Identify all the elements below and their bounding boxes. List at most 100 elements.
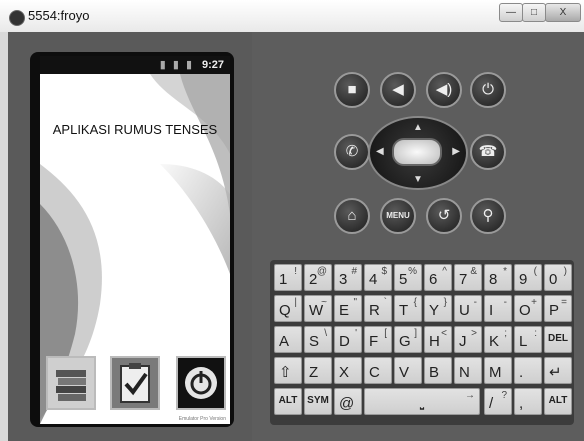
- key[interactable]: V: [394, 357, 422, 384]
- dpad-right-icon[interactable]: ▶: [452, 146, 460, 157]
- key-alt-label: ]: [414, 328, 417, 339]
- app-title: APLIKASI RUMUS TENSES: [52, 122, 218, 137]
- key[interactable]: S \: [304, 326, 332, 353]
- key[interactable]: T{: [394, 295, 422, 322]
- volume-down-button[interactable]: ◀: [380, 72, 416, 108]
- key[interactable]: L:: [514, 326, 542, 353]
- back-button[interactable]: ↺: [426, 198, 462, 234]
- key[interactable]: A: [274, 326, 302, 353]
- key-label: I: [489, 302, 494, 319]
- key[interactable]: 9(: [514, 264, 542, 291]
- key-label: X: [339, 364, 350, 381]
- key-alt-label: (: [533, 266, 537, 277]
- key[interactable]: X: [334, 357, 362, 384]
- key[interactable]: C: [364, 357, 392, 384]
- dpad[interactable]: ▲ ▼ ◀ ▶: [368, 116, 468, 190]
- back-icon: ↺: [437, 207, 451, 224]
- books-icon: [56, 370, 86, 401]
- slash-key[interactable]: /?: [484, 388, 512, 415]
- key[interactable]: 7 &: [454, 264, 482, 291]
- key[interactable]: R `: [364, 295, 392, 322]
- alt-right-key[interactable]: ALT: [544, 388, 572, 415]
- key[interactable]: I-: [484, 295, 512, 322]
- key[interactable]: 1!: [274, 264, 302, 291]
- space-key[interactable]: ⎵ →: [364, 388, 480, 415]
- key-alt-label: *: [503, 266, 507, 277]
- key[interactable]: 3 #: [334, 264, 362, 291]
- key[interactable]: W ~: [304, 295, 332, 322]
- key-label: 7: [459, 271, 468, 288]
- key[interactable]: K;: [484, 326, 512, 353]
- key-label: P: [549, 302, 560, 319]
- maximize-button[interactable]: □: [522, 3, 546, 22]
- alt-left-key[interactable]: ALT: [274, 388, 302, 415]
- search-icon: ⚲: [482, 207, 494, 224]
- dpad-center-button[interactable]: [392, 138, 442, 166]
- app-screen[interactable]: APLIKASI RUMUS TENSES Emulator Pro Versi…: [40, 74, 230, 424]
- key-alt-label: ": [353, 297, 357, 308]
- key-label: H: [429, 333, 440, 350]
- key-label: G: [399, 333, 411, 350]
- dpad-down-icon[interactable]: ▼: [413, 174, 423, 185]
- key[interactable]: F[: [364, 326, 392, 353]
- key[interactable]: 8 *: [484, 264, 512, 291]
- key-alt-label: ': [355, 328, 357, 339]
- menu-button[interactable]: MENU: [380, 198, 416, 234]
- key[interactable]: 2 @: [304, 264, 332, 291]
- key-label: 3: [339, 271, 348, 288]
- key[interactable]: H <: [424, 326, 452, 353]
- key-label: 5: [399, 271, 408, 288]
- key[interactable]: E ": [334, 295, 362, 322]
- key[interactable]: P =: [544, 295, 572, 322]
- key-label: ALT: [278, 395, 298, 406]
- key[interactable]: 4 $: [364, 264, 392, 291]
- key[interactable]: J >: [454, 326, 482, 353]
- minimize-button[interactable]: —: [499, 3, 523, 22]
- search-button[interactable]: ⚲: [470, 198, 506, 234]
- camera-button[interactable]: ■: [334, 72, 370, 108]
- volume-up-icon: ◀): [435, 81, 453, 98]
- key[interactable]: Y}: [424, 295, 452, 322]
- key[interactable]: .: [514, 357, 542, 384]
- dpad-up-icon[interactable]: ▲: [413, 122, 423, 133]
- key-label: 1: [279, 271, 288, 288]
- key-label: /: [489, 395, 494, 412]
- key-alt-label: {: [413, 297, 417, 308]
- exit-button[interactable]: [176, 356, 226, 410]
- books-button[interactable]: [46, 356, 96, 410]
- call-button[interactable]: ✆: [334, 134, 370, 170]
- key[interactable]: DEL: [544, 326, 572, 353]
- key-alt-label: ^: [442, 266, 447, 277]
- power-icon: [185, 367, 217, 399]
- home-button[interactable]: ⌂: [334, 198, 370, 234]
- key[interactable]: B: [424, 357, 452, 384]
- key[interactable]: Z: [304, 357, 332, 384]
- quiz-button[interactable]: [110, 356, 160, 410]
- window-title: 5554:froyo: [28, 8, 90, 23]
- power-button[interactable]: ⏻: [470, 72, 506, 108]
- key[interactable]: M: [484, 357, 512, 384]
- key[interactable]: 0): [544, 264, 572, 291]
- dpad-left-icon[interactable]: ◀: [376, 146, 384, 157]
- key-alt-label: ;: [504, 328, 507, 339]
- key[interactable]: D ': [334, 326, 362, 353]
- volume-up-button[interactable]: ◀): [426, 72, 462, 108]
- key[interactable]: U-: [454, 295, 482, 322]
- key[interactable]: ⇧: [274, 357, 302, 384]
- close-button[interactable]: X: [545, 3, 581, 22]
- key[interactable]: G]: [394, 326, 422, 353]
- key[interactable]: N: [454, 357, 482, 384]
- key-label: @: [339, 395, 355, 412]
- key[interactable]: Q |: [274, 295, 302, 322]
- title-bar: 5554:froyo — □ X: [0, 0, 584, 32]
- key[interactable]: O +: [514, 295, 542, 322]
- sym-key[interactable]: SYM: [304, 388, 332, 415]
- key-label: SYM: [307, 395, 329, 406]
- key[interactable]: 5%: [394, 264, 422, 291]
- key[interactable]: 6 ^: [424, 264, 452, 291]
- screen-panel: ▮ ▮ ▮ 9:27 APLIKASI RUMUS TENSES Emulato…: [8, 32, 252, 441]
- end-call-button[interactable]: ☎: [470, 134, 506, 170]
- at-key[interactable]: @: [334, 388, 362, 415]
- key[interactable]: ↵: [544, 357, 572, 384]
- comma-key[interactable]: ,: [514, 388, 542, 415]
